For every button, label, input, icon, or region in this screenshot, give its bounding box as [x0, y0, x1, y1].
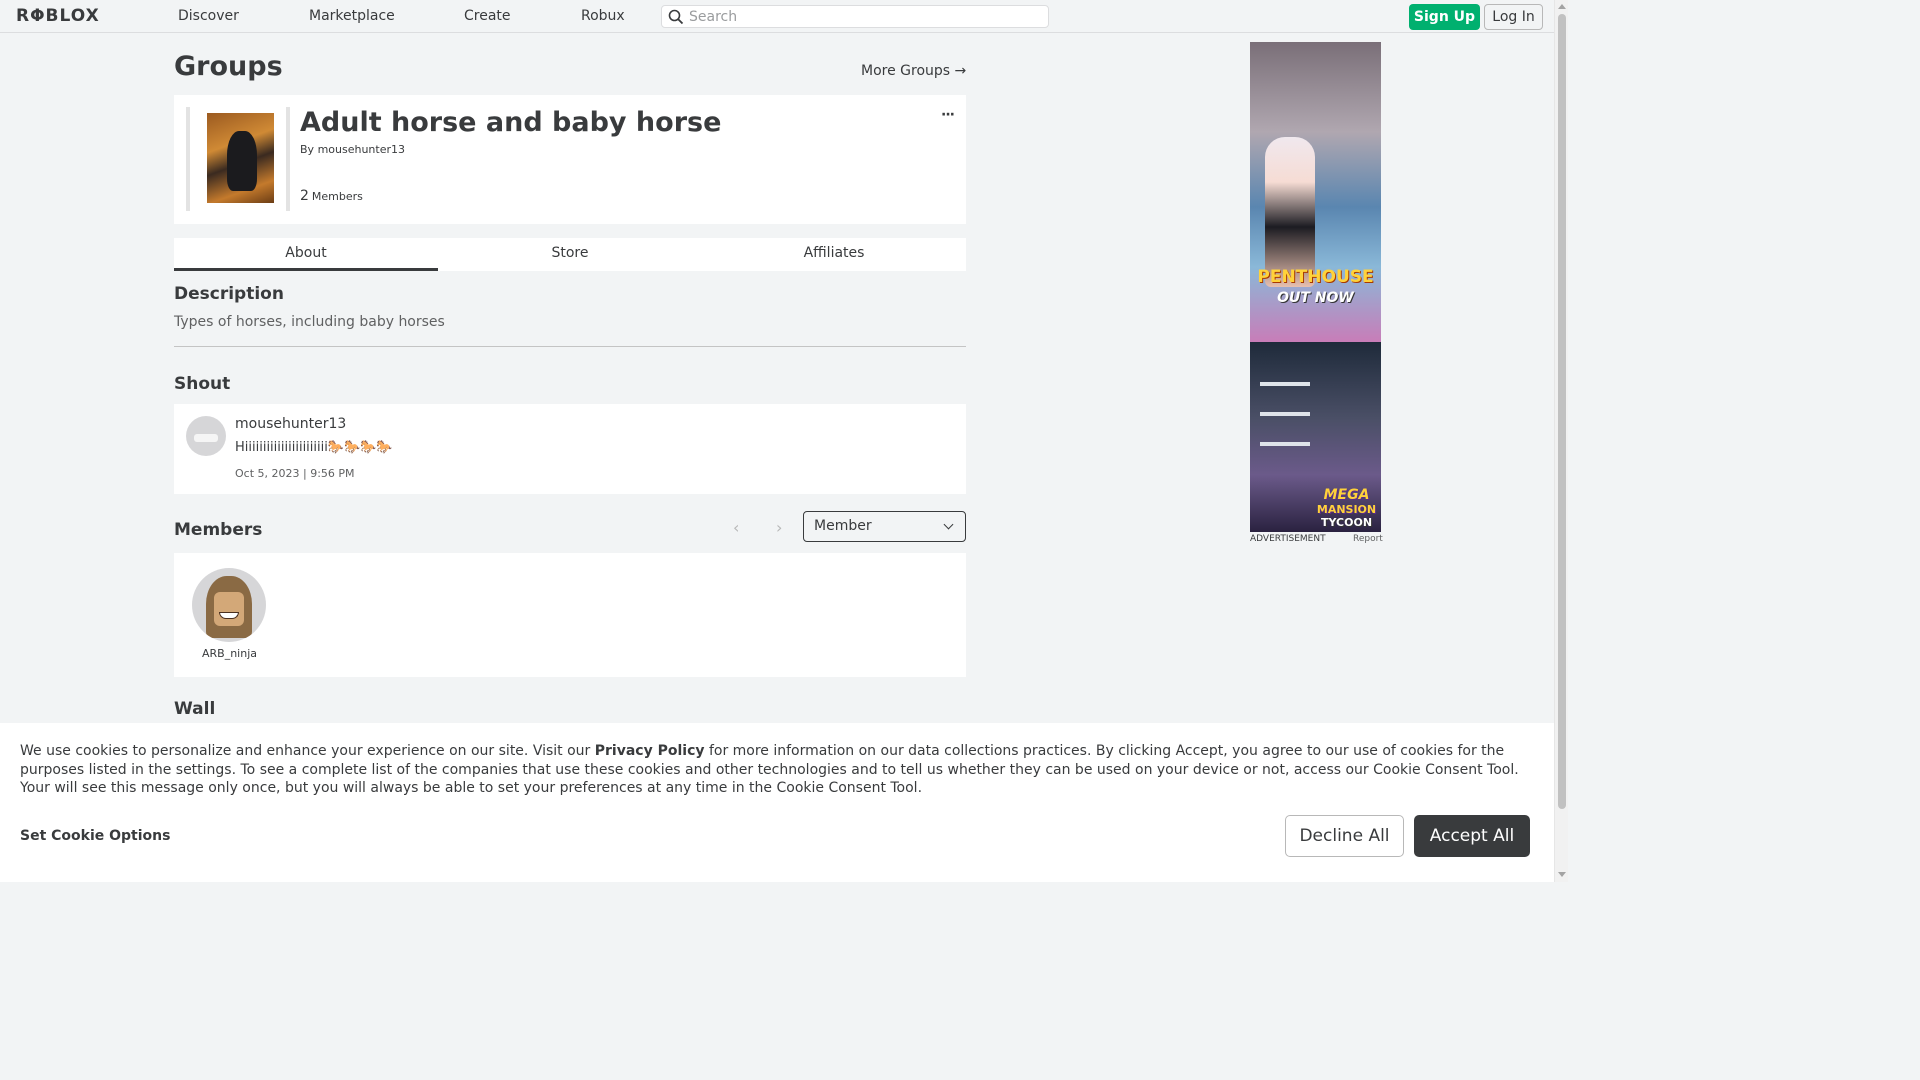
horse-silhouette — [227, 131, 257, 191]
avatar-face — [214, 592, 244, 626]
nav-create[interactable]: Create — [464, 8, 511, 24]
cookie-message: We use cookies to personalize and enhanc… — [20, 742, 1540, 798]
cookie-text-before: We use cookies to personalize and enhanc… — [20, 743, 595, 759]
ad-shelf — [1260, 412, 1310, 416]
nav-marketplace[interactable]: Marketplace — [309, 8, 395, 24]
section-divider — [174, 346, 966, 347]
ad-headline: PENTHOUSE — [1257, 267, 1374, 287]
group-owner-line: By mousehunter13 — [300, 143, 405, 156]
accept-all-button[interactable]: Accept All — [1414, 815, 1530, 857]
top-navigation-bar: RΦBLOX Discover Marketplace Create Robux… — [0, 0, 1554, 33]
shout-message: Hiiiiiiiiiiiiiiiiiiiiiii🐎🐎🐎🐎 — [235, 440, 393, 455]
scroll-up-arrow-icon[interactable] — [1558, 4, 1566, 9]
search-input[interactable] — [689, 8, 1039, 26]
ad-label: ADVERTISEMENT — [1250, 534, 1326, 544]
group-emblem-frame — [186, 107, 290, 211]
page-scrollbar[interactable] — [1554, 0, 1568, 882]
more-groups-link[interactable]: More Groups → — [861, 63, 966, 79]
chevron-right-icon[interactable]: › — [776, 518, 782, 537]
ad-shelf — [1260, 382, 1310, 386]
search-icon — [668, 9, 684, 25]
set-cookie-options-link[interactable]: Set Cookie Options — [20, 828, 170, 844]
decline-all-button[interactable]: Decline All — [1285, 815, 1404, 857]
nav-discover[interactable]: Discover — [178, 8, 239, 24]
ad-subheadline: OUT NOW — [1277, 290, 1354, 306]
member-name[interactable]: ARB_ninja — [202, 647, 257, 660]
shout-card: mousehunter13 Hiiiiiiiiiiiiiiiiiiiiiii🐎🐎… — [174, 404, 966, 494]
group-by-prefix: By — [300, 143, 315, 156]
scroll-down-arrow-icon[interactable] — [1558, 872, 1566, 877]
cookie-consent-banner: We use cookies to personalize and enhanc… — [0, 723, 1554, 882]
chevron-left-icon[interactable]: ‹ — [733, 518, 739, 537]
sign-up-button[interactable]: Sign Up — [1409, 4, 1480, 30]
shout-author[interactable]: mousehunter13 — [235, 416, 346, 432]
group-name: Adult horse and baby horse — [300, 107, 722, 138]
ad-shelf — [1260, 442, 1310, 446]
shout-heading: Shout — [174, 374, 231, 394]
ad-report-link[interactable]: Report — [1353, 534, 1383, 544]
chevron-down-icon — [943, 519, 954, 530]
ad-logo-line2: MANSION — [1316, 503, 1377, 516]
members-heading: Members — [174, 520, 263, 540]
roblox-logo[interactable]: RΦBLOX — [16, 6, 100, 26]
tab-store[interactable]: Store — [438, 238, 702, 271]
scroll-thumb[interactable] — [1558, 14, 1566, 809]
tab-affiliates[interactable]: Affiliates — [702, 238, 966, 271]
member-count: 2 Members — [300, 188, 363, 204]
ad-logo-line3: TYCOON — [1320, 516, 1373, 529]
members-list: ARB_ninja — [174, 553, 966, 677]
member-count-value: 2 — [300, 188, 309, 204]
role-select-value: Member — [814, 518, 872, 534]
nav-robux[interactable]: Robux — [581, 8, 625, 24]
member-count-label: Members — [311, 190, 363, 203]
group-emblem-image — [207, 113, 274, 203]
advertisement-banner[interactable]: PENTHOUSE OUT NOW MEGA MANSION TYCOON — [1250, 42, 1381, 532]
group-tabs: About Store Affiliates — [174, 238, 966, 271]
ad-logo-line1: MEGA — [1323, 487, 1370, 503]
description-heading: Description — [174, 284, 284, 304]
group-description: Types of horses, including baby horses — [174, 314, 445, 330]
group-header-card: Adult horse and baby horse By mousehunte… — [174, 95, 966, 224]
avatar[interactable] — [192, 568, 266, 642]
avatar[interactable] — [186, 416, 226, 456]
group-owner-link[interactable]: mousehunter13 — [318, 143, 405, 156]
role-select[interactable]: Member — [803, 511, 966, 542]
ad-character — [1265, 137, 1315, 287]
wall-heading: Wall — [174, 699, 216, 719]
shout-timestamp: Oct 5, 2023 | 9:56 PM — [235, 467, 355, 480]
log-in-button[interactable]: Log In — [1484, 4, 1543, 30]
search-box[interactable] — [661, 5, 1049, 28]
tab-about[interactable]: About — [174, 238, 438, 271]
page-title: Groups — [174, 51, 283, 82]
more-options-icon[interactable]: ··· — [941, 107, 955, 123]
privacy-policy-link[interactable]: Privacy Policy — [595, 743, 705, 759]
